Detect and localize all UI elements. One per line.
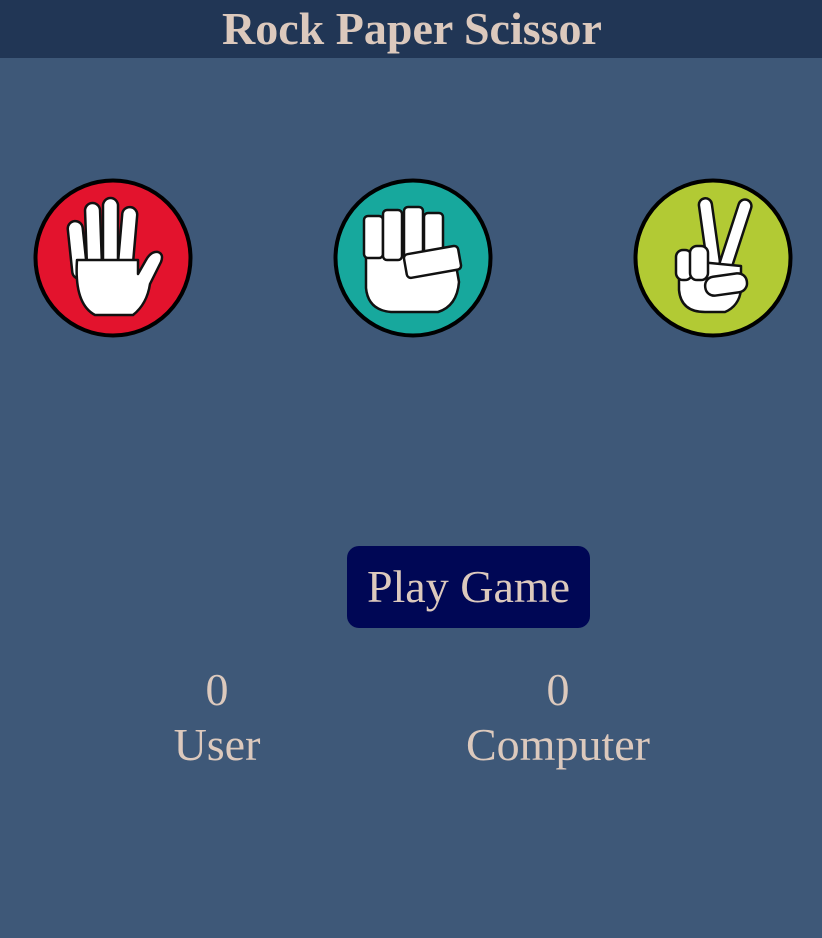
computer-score-value: 0 bbox=[546, 664, 570, 715]
scissors-choice-button[interactable] bbox=[633, 178, 793, 338]
fist-icon bbox=[333, 178, 493, 338]
user-score: 0 User bbox=[117, 662, 317, 772]
app-header: Rock Paper Scissor bbox=[0, 0, 822, 58]
computer-score-label: Computer bbox=[466, 719, 650, 770]
user-score-label: User bbox=[173, 719, 261, 770]
play-game-button[interactable]: Play Game bbox=[347, 546, 590, 628]
paper-choice-button[interactable] bbox=[33, 178, 193, 338]
computer-score: 0 Computer bbox=[408, 662, 708, 772]
rock-choice-button[interactable] bbox=[333, 178, 493, 338]
page-title: Rock Paper Scissor bbox=[222, 3, 602, 54]
open-hand-icon bbox=[33, 178, 193, 338]
user-score-value: 0 bbox=[205, 664, 229, 715]
peace-sign-icon bbox=[633, 178, 793, 338]
